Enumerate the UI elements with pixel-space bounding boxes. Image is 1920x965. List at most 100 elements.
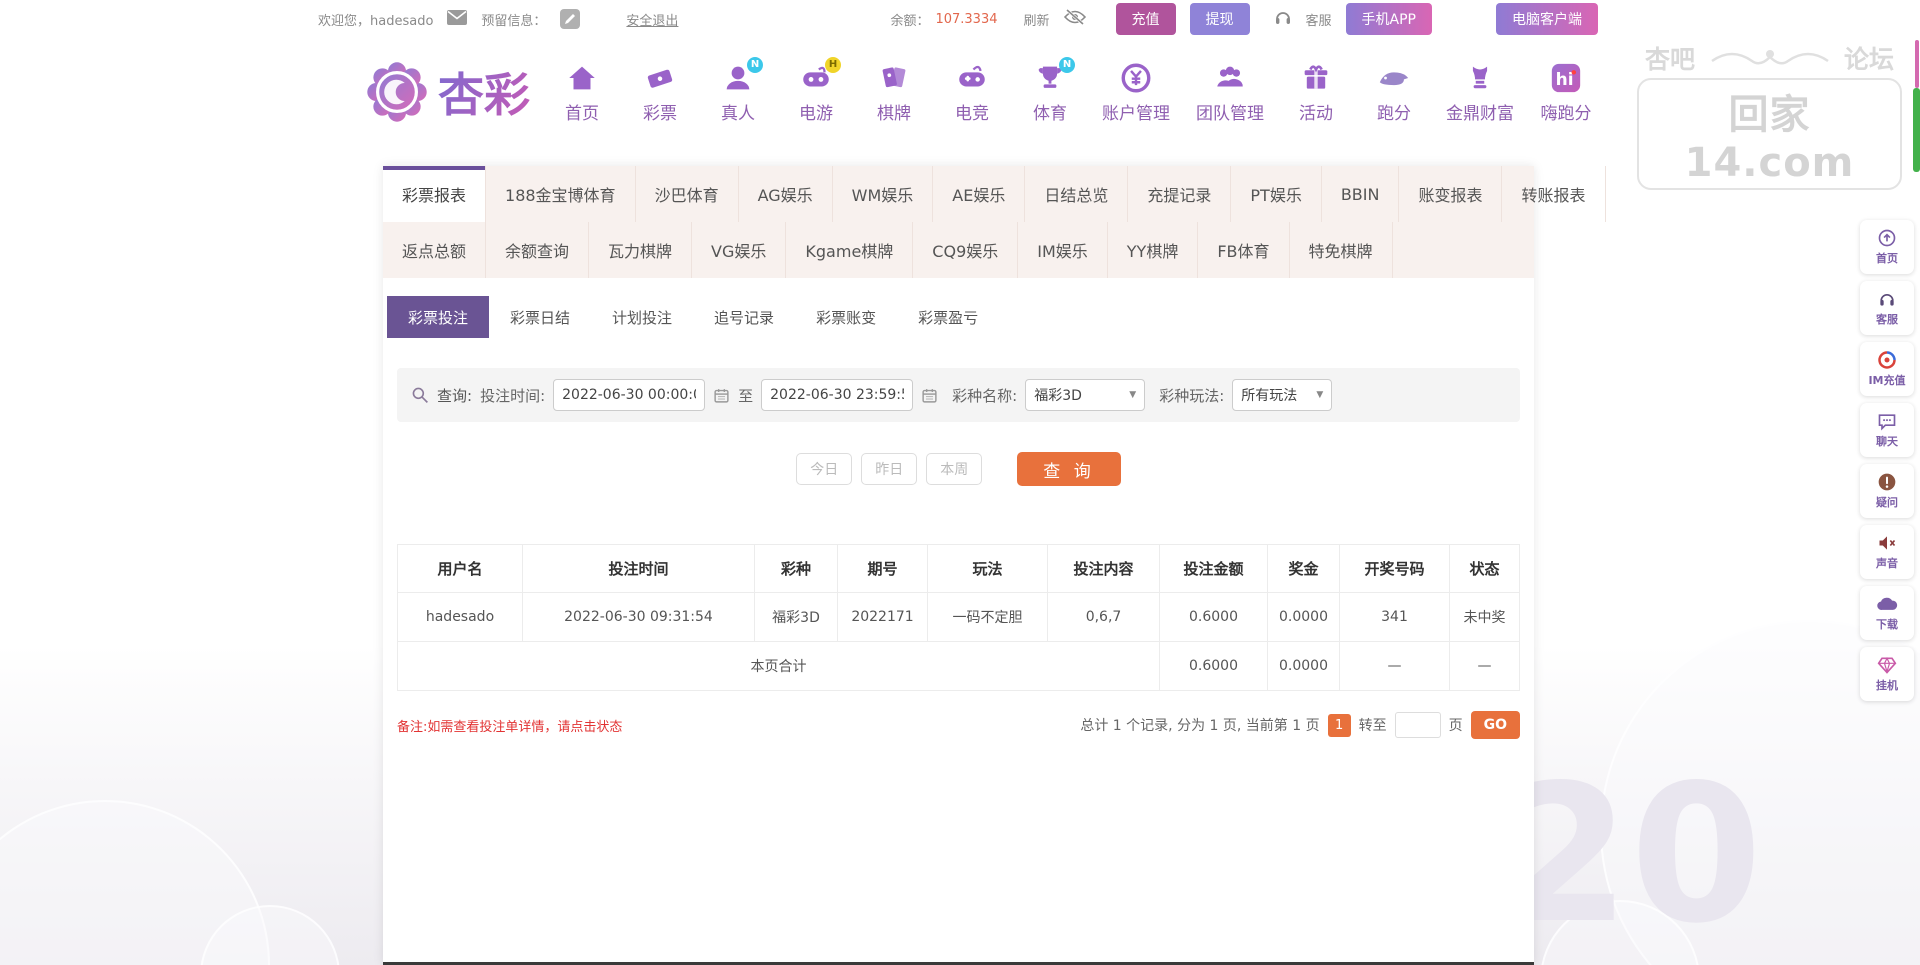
pagination: 总计 1 个记录, 分为 1 页, 当前第 1 页 1 转至 页 GO [1080, 711, 1520, 739]
tab-188-sports[interactable]: 188金宝博体育 [486, 166, 636, 222]
tab-ag[interactable]: AG娱乐 [739, 166, 833, 222]
lottery-name-select[interactable]: 福彩3D ▼ [1025, 379, 1146, 411]
tab-rebate-total[interactable]: 返点总额 [383, 222, 487, 278]
subtab-plan-bets[interactable]: 计划投注 [591, 296, 693, 338]
nav-item-live[interactable]: N 真人 [712, 56, 764, 124]
tab-im[interactable]: IM娱乐 [1018, 222, 1108, 278]
cell-draw-number: 341 [1339, 592, 1450, 642]
yesterday-button[interactable]: 昨日 [861, 453, 918, 485]
ticket-icon [647, 69, 673, 88]
bet-time-to-input[interactable] [761, 379, 914, 411]
nav-item-account[interactable]: 账户管理 [1102, 61, 1170, 124]
tab-fb-sports[interactable]: FB体育 [1198, 222, 1290, 278]
sidebar-item-sound[interactable]: 声音 [1860, 525, 1914, 579]
nav-item-paofen[interactable]: 跑分 [1368, 61, 1420, 124]
tab-yy-boardgames[interactable]: YY棋牌 [1108, 222, 1199, 278]
nav-item-activity[interactable]: 活动 [1290, 61, 1342, 124]
recharge-button[interactable]: 充值 [1115, 3, 1176, 35]
logout-link[interactable]: 安全退出 [626, 10, 678, 29]
tab-lottery-report[interactable]: 彩票报表 [383, 166, 487, 222]
tab-pt[interactable]: PT娱乐 [1231, 166, 1322, 222]
message-icon[interactable] [447, 9, 468, 29]
tab-wm[interactable]: WM娱乐 [833, 166, 934, 222]
gem-icon [1877, 657, 1897, 674]
tab-vg[interactable]: VG娱乐 [692, 222, 787, 278]
sidebar-item-home[interactable]: 首页 [1860, 220, 1914, 274]
home-icon [569, 66, 595, 89]
cell-bet-amount: 0.6000 [1159, 592, 1268, 642]
tab-deposit-withdraw-records[interactable]: 充提记录 [1128, 166, 1232, 222]
col-prize: 奖金 [1267, 544, 1340, 593]
status-badge[interactable]: 未中奖 [1449, 592, 1520, 642]
bet-time-from-input[interactable] [553, 379, 706, 411]
tab-wali-boardgames[interactable]: 瓦力棋牌 [589, 222, 693, 278]
nav-item-haipaofen[interactable]: hi 嗨跑分 [1540, 61, 1592, 124]
total-status: — [1449, 641, 1520, 691]
col-draw-number: 开奖号码 [1339, 544, 1450, 593]
subtab-lottery-balance-change[interactable]: 彩票账变 [795, 296, 897, 338]
sidebar-item-chat[interactable]: 聊天 [1860, 403, 1914, 457]
tab-balance-change-report[interactable]: 账变报表 [1399, 166, 1503, 222]
subtab-lottery-daily[interactable]: 彩票日结 [489, 296, 591, 338]
nav-item-boardgames[interactable]: 棋牌 [868, 61, 920, 124]
chat-icon [1878, 414, 1896, 431]
subtab-chase-records[interactable]: 追号记录 [693, 296, 795, 338]
mobile-app-button[interactable]: 手机APP [1345, 3, 1432, 35]
report-tabs-row-2: 返点总额 余额查询 瓦力棋牌 VG娱乐 Kgame棋牌 CQ9娱乐 IM娱乐 Y… [383, 222, 1534, 278]
play-type-select[interactable]: 所有玩法 ▼ [1232, 379, 1333, 411]
tab-daily-overview[interactable]: 日结总览 [1025, 166, 1129, 222]
tab-tewan-boardgames[interactable]: 特免棋牌 [1290, 222, 1393, 278]
refresh-link[interactable]: 刷新 [1024, 10, 1050, 29]
this-week-button[interactable]: 本周 [926, 453, 983, 485]
scrollbar-thumb[interactable] [1913, 88, 1920, 172]
nav-item-esports[interactable]: 电竞 [946, 61, 998, 124]
nav-item-jinding[interactable]: 金鼎财富 [1446, 61, 1514, 124]
nav-item-team[interactable]: 团队管理 [1196, 61, 1264, 124]
sound-mute-icon [1879, 536, 1896, 550]
pc-client-button[interactable]: 电脑客户端 [1496, 3, 1598, 35]
col-username: 用户名 [397, 544, 523, 593]
col-bet-time: 投注时间 [522, 544, 755, 593]
cell-play: 一码不定胆 [927, 592, 1048, 642]
nav-item-lottery[interactable]: 彩票 [634, 61, 686, 124]
gift-icon [1304, 64, 1328, 89]
total-prize: 0.0000 [1267, 641, 1340, 691]
eye-slash-icon[interactable] [1063, 8, 1086, 29]
service-label[interactable]: 客服 [1306, 10, 1332, 29]
sidebar-item-im-recharge[interactable]: IM充值 [1860, 342, 1914, 396]
tab-kgame[interactable]: Kgame棋牌 [786, 222, 914, 278]
withdraw-button[interactable]: 提现 [1189, 3, 1250, 35]
sidebar-item-download[interactable]: 下载 [1860, 586, 1914, 640]
calendar-icon[interactable] [921, 387, 938, 404]
scrollbar[interactable] [1912, 0, 1920, 965]
sidebar-item-autoplay[interactable]: 挂机 [1860, 647, 1914, 701]
tab-transfer-report[interactable]: 转账报表 [1502, 166, 1606, 222]
nav-item-home[interactable]: 首页 [556, 61, 608, 124]
tab-saba-sports[interactable]: 沙巴体育 [636, 166, 739, 222]
subtab-lottery-bets[interactable]: 彩票投注 [387, 296, 490, 338]
report-tabs: 彩票报表 188金宝博体育 沙巴体育 AG娱乐 WM娱乐 AE娱乐 日结总览 充… [383, 166, 1606, 278]
go-button[interactable]: GO [1470, 711, 1520, 739]
cell-bet-content: 0,6,7 [1047, 592, 1160, 642]
tab-balance-query[interactable]: 余额查询 [486, 222, 590, 278]
subtab-lottery-profit-loss[interactable]: 彩票盈亏 [897, 296, 999, 338]
page-1-button[interactable]: 1 [1327, 713, 1351, 737]
nav-item-sports[interactable]: N 体育 [1024, 56, 1076, 124]
sidebar-item-question[interactable]: 疑问 [1860, 464, 1914, 518]
edit-icon[interactable] [560, 9, 581, 29]
nav-item-egames[interactable]: H 电游 [790, 56, 842, 124]
today-button[interactable]: 今日 [796, 453, 853, 485]
sidebar-item-service[interactable]: 客服 [1860, 281, 1914, 335]
col-bet-amount: 投注金额 [1159, 544, 1268, 593]
calendar-icon[interactable] [713, 387, 730, 404]
search-button[interactable]: 查 询 [1017, 452, 1121, 486]
tab-ae[interactable]: AE娱乐 [933, 166, 1026, 222]
pagination-summary: 总计 1 个记录, 分为 1 页, 当前第 1 页 [1080, 718, 1320, 734]
tab-cq9[interactable]: CQ9娱乐 [913, 222, 1019, 278]
chevron-down-icon: ▼ [1316, 390, 1324, 400]
tab-bbin[interactable]: BBIN [1322, 166, 1400, 222]
brand-logo[interactable]: 杏彩 [366, 59, 530, 125]
decor-big-number: 20 [1498, 744, 1763, 965]
cloud-download-icon [1877, 597, 1898, 610]
goto-page-input[interactable] [1394, 712, 1441, 738]
